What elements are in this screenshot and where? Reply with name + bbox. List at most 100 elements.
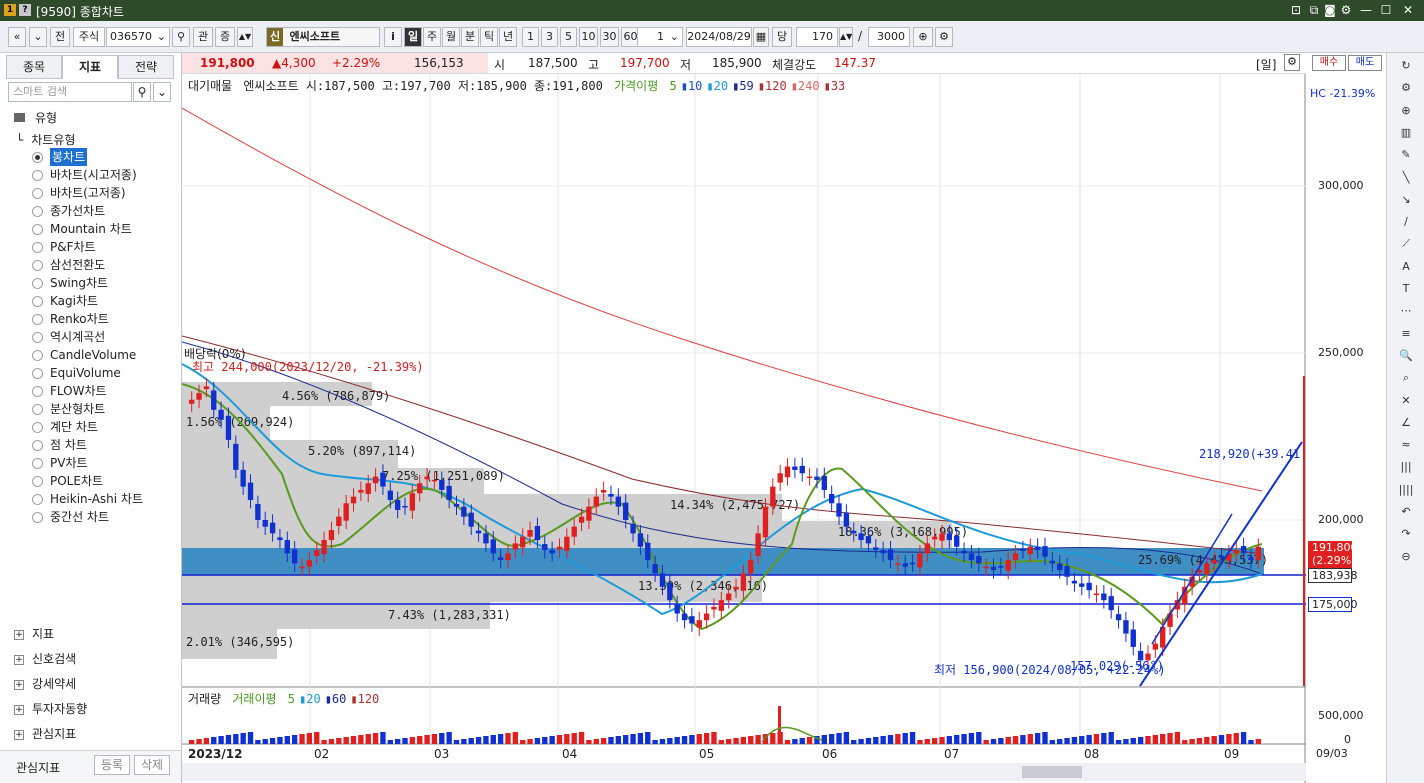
chart-type-item[interactable]: 삼선전환도	[50, 256, 105, 274]
chart-type-item[interactable]: POLE차트	[50, 472, 103, 490]
chevron-down-icon[interactable]: ⌄	[157, 28, 166, 46]
radio-11[interactable]	[32, 350, 43, 361]
radio-20[interactable]	[32, 512, 43, 523]
radio-0[interactable]	[32, 152, 43, 163]
crosshair-icon[interactable]: ⊕	[1395, 101, 1417, 121]
chart-type-item[interactable]: Heikin-Ashi 차트	[50, 490, 143, 508]
tab-strategy[interactable]: 전략	[118, 55, 174, 79]
radio-10[interactable]	[32, 332, 43, 343]
chart-type-item[interactable]: Renko차트	[50, 310, 109, 328]
fib-icon[interactable]: ≡	[1395, 324, 1417, 344]
chart-type-item[interactable]: 봉차트	[50, 148, 88, 166]
radio-6[interactable]	[32, 260, 43, 271]
sell-button[interactable]: 매도	[1348, 55, 1382, 71]
delete-button[interactable]: 삭제	[134, 755, 170, 775]
period-button-0[interactable]: 일	[404, 27, 422, 47]
zoom-icon[interactable]: 🔍	[1395, 346, 1417, 366]
radio-1[interactable]	[32, 170, 43, 181]
chart-type-item[interactable]: Kagi차트	[50, 292, 98, 310]
chart-type-item[interactable]: FLOW차트	[50, 382, 107, 400]
gear-icon[interactable]: ⚙	[935, 27, 953, 47]
minimize-icon[interactable]: —	[1358, 2, 1374, 18]
section-item[interactable]: + 관심지표	[14, 724, 76, 744]
period-button-4[interactable]: 틱	[480, 27, 498, 47]
radio-17[interactable]	[32, 458, 43, 469]
auto-icon[interactable]: A	[1395, 257, 1417, 277]
radio-14[interactable]	[32, 404, 43, 415]
subgroup-chart-type[interactable]: └ 차트유형	[16, 130, 75, 150]
chart-type-item[interactable]: 바차트(고저종)	[50, 184, 126, 202]
radio-4[interactable]	[32, 224, 43, 235]
refresh-icon[interactable]: ↻	[1395, 56, 1417, 76]
line-icon[interactable]: ╲	[1395, 168, 1417, 188]
minute-button-10[interactable]: 10	[579, 27, 598, 47]
chart-type-item[interactable]: 바차트(시고저종)	[50, 166, 137, 184]
gear-icon[interactable]: ⚙	[1395, 78, 1417, 98]
radio-19[interactable]	[32, 494, 43, 505]
chart-type-item[interactable]: 중간선 차트	[50, 508, 109, 526]
undo-icon[interactable]: ↶	[1395, 502, 1417, 522]
smart-search-input[interactable]: 스마트 검색	[8, 82, 132, 102]
period-button-2[interactable]: 월	[442, 27, 460, 47]
radio-5[interactable]	[32, 242, 43, 253]
ray-icon[interactable]: ⟋	[1395, 234, 1417, 254]
chevron-down-icon[interactable]: ⌄	[670, 28, 679, 46]
chart-type-item[interactable]: PV차트	[50, 454, 88, 472]
redo-icon[interactable]: ↷	[1395, 524, 1417, 544]
count-select[interactable]: 1 ⌄	[637, 27, 683, 47]
current-button[interactable]: 당	[772, 27, 792, 47]
group-type[interactable]: 유형	[14, 108, 57, 128]
section-item[interactable]: + 지표	[14, 624, 54, 644]
period-button-1[interactable]: 주	[423, 27, 441, 47]
expand-icon[interactable]: ⌄	[153, 82, 171, 102]
section-item[interactable]: + 강세약세	[14, 674, 76, 694]
code-input[interactable]: 036570 ⌄	[106, 27, 170, 47]
period-tag[interactable]: [일]	[1256, 56, 1276, 73]
radio-16[interactable]	[32, 440, 43, 451]
wave-icon[interactable]: ≈	[1395, 435, 1417, 455]
camera-icon[interactable]: ◙	[1322, 2, 1338, 18]
radio-13[interactable]	[32, 386, 43, 397]
pen-icon[interactable]: ✎	[1395, 145, 1417, 165]
zoom-out-icon[interactable]: ⊖	[1395, 547, 1417, 567]
maximize-icon[interactable]: ☐	[1378, 2, 1394, 18]
nav-prev-button[interactable]: «	[8, 27, 26, 47]
calendar-icon[interactable]: ▦	[753, 27, 769, 47]
chart-type-item[interactable]: CandleVolume	[50, 346, 136, 364]
minute-button-1[interactable]: 1	[522, 27, 539, 47]
chart-type-item[interactable]: 역시계곡선	[50, 328, 105, 346]
radio-2[interactable]	[32, 188, 43, 199]
period-button-3[interactable]: 분	[461, 27, 479, 47]
radio-8[interactable]	[32, 296, 43, 307]
chart-type-item[interactable]: EquiVolume	[50, 364, 121, 382]
section-item[interactable]: + 신호검색	[14, 649, 76, 669]
register-button[interactable]: 등록	[94, 755, 130, 775]
market-type-button[interactable]: 전	[50, 27, 70, 47]
market-select[interactable]: 주식	[73, 27, 105, 47]
period-button-5[interactable]: 년	[499, 27, 517, 47]
chart-type-item[interactable]: P&F차트	[50, 238, 96, 256]
chart-settings-icon[interactable]: ⚙	[1284, 54, 1300, 71]
bars-spin-icon[interactable]: ▲▼	[839, 27, 853, 47]
bars-icon[interactable]: ▥	[1395, 123, 1417, 143]
search-icon[interactable]: ⚲	[133, 82, 151, 102]
radio-7[interactable]	[32, 278, 43, 289]
stock-name-field[interactable]: 신 엔씨소프트	[266, 27, 380, 47]
date-input[interactable]: 2024/08/29	[686, 27, 752, 47]
nav-down-icon[interactable]: ⌄	[29, 27, 47, 47]
minute-button-3[interactable]: 3	[541, 27, 558, 47]
section-item[interactable]: + 투자자동향	[14, 699, 87, 719]
bars-input[interactable]: 170	[796, 27, 838, 47]
help-icon[interactable]: ?	[19, 4, 31, 16]
total-input[interactable]: 3000	[868, 27, 910, 47]
chart-type-item[interactable]: 분산형차트	[50, 400, 105, 418]
minute-button-5[interactable]: 5	[560, 27, 577, 47]
grid2-icon[interactable]: ||||	[1395, 480, 1417, 500]
chart-type-item[interactable]: Swing차트	[50, 274, 108, 292]
angle-icon[interactable]: ∠	[1395, 413, 1417, 433]
cross-icon[interactable]: ✕	[1395, 391, 1417, 411]
diagonal-line-icon[interactable]: /	[1395, 212, 1417, 232]
radio-12[interactable]	[32, 368, 43, 379]
close-icon[interactable]: ✕	[1400, 2, 1416, 18]
radio-18[interactable]	[32, 476, 43, 487]
